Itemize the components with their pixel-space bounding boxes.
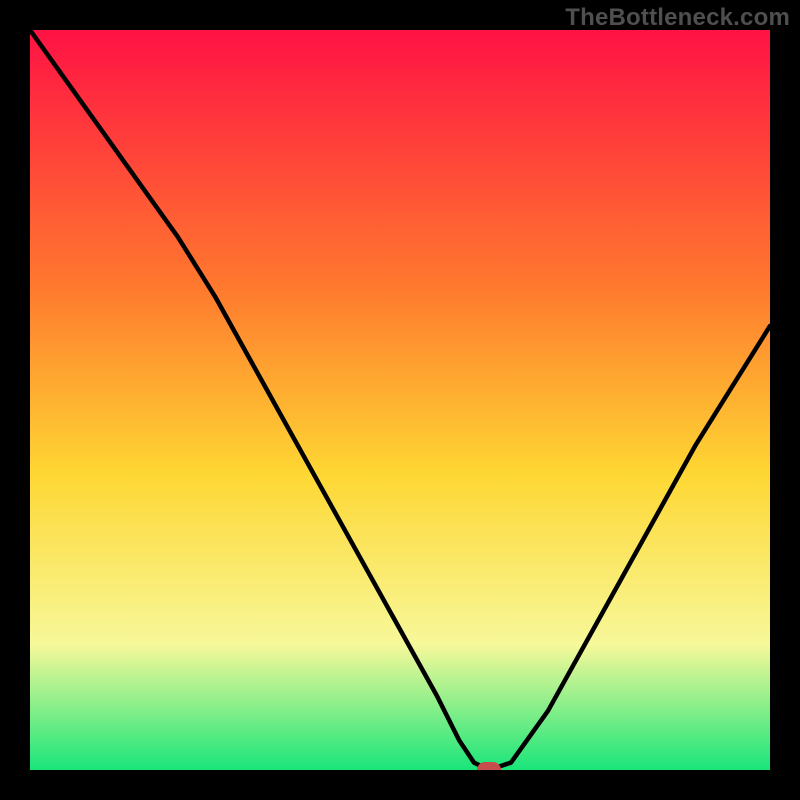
gradient-rect <box>30 30 770 770</box>
plot-svg <box>30 30 770 770</box>
plot-area <box>30 30 770 770</box>
chart-frame: TheBottleneck.com <box>0 0 800 800</box>
watermark-text: TheBottleneck.com <box>565 4 790 32</box>
optimum-marker <box>477 762 501 770</box>
